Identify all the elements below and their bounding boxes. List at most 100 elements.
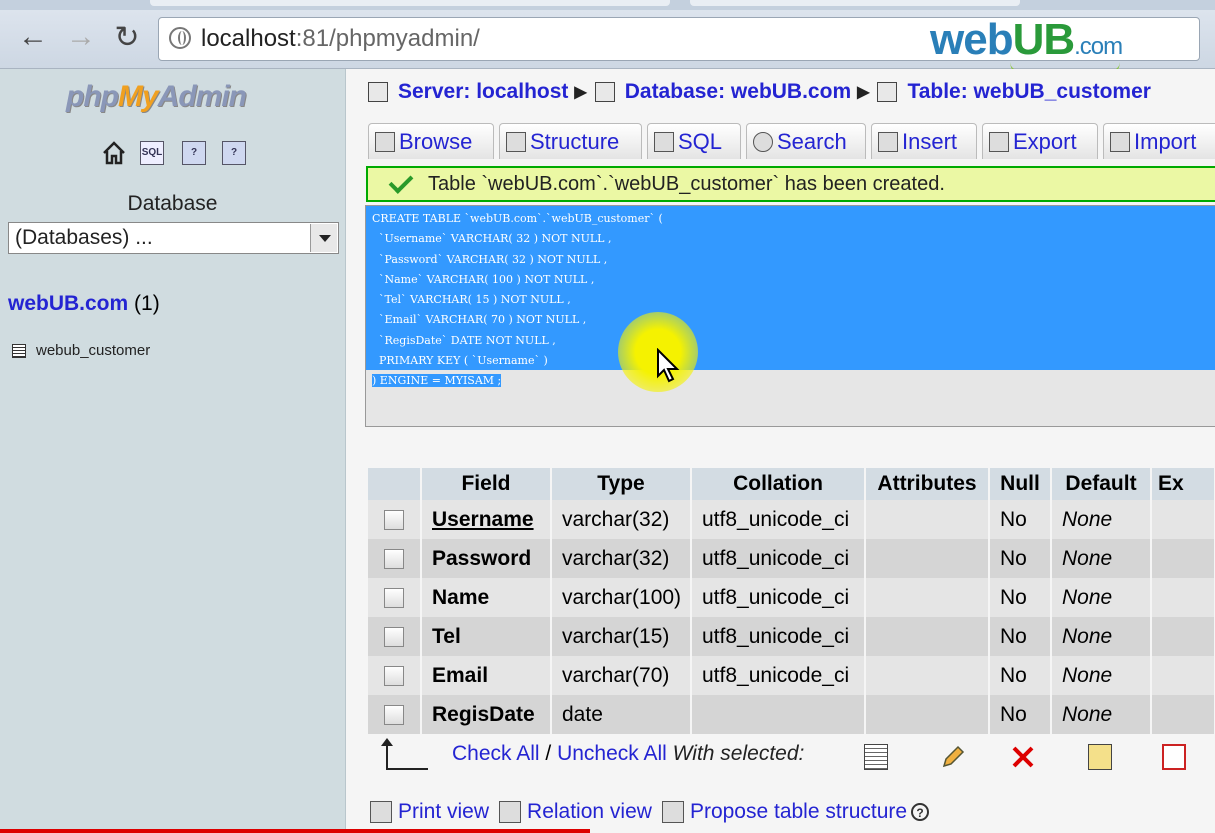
field-collation (692, 695, 864, 734)
success-notice: Table `webUB.com`.`webUB_customer` has b… (366, 166, 1215, 202)
globe-icon (169, 27, 191, 49)
tab-search[interactable]: Search (746, 123, 866, 159)
check-icon (388, 169, 414, 194)
field-name: Tel (422, 617, 550, 656)
field-default: None (1052, 617, 1150, 656)
check-all-link[interactable]: Check All (452, 742, 540, 765)
tab-browse[interactable]: Browse (368, 123, 494, 159)
field-null: No (990, 500, 1050, 539)
field-collation: utf8_unicode_ci (692, 539, 864, 578)
breadcrumb-database[interactable]: Database: webUB.com (625, 80, 851, 104)
header-type: Type (552, 468, 690, 500)
field-name: Username (422, 500, 550, 539)
browser-tabstrip (0, 0, 1215, 10)
header-default: Default (1052, 468, 1150, 500)
video-progress-bar (0, 829, 590, 833)
help-icon[interactable]: ? (911, 803, 930, 821)
table-icon (877, 82, 898, 102)
bottom-links: Print view Relation view Propose table s… (370, 800, 930, 824)
breadcrumb-server[interactable]: Server: localhost (398, 80, 568, 104)
header-checkbox-column (368, 468, 420, 500)
browse-selected-icon[interactable] (864, 744, 888, 770)
row-checkbox-cell (368, 578, 420, 617)
field-extra (1152, 500, 1214, 539)
field-null: No (990, 617, 1050, 656)
row-checkbox[interactable] (384, 509, 404, 530)
server-icon (368, 82, 388, 102)
field-null: No (990, 539, 1050, 578)
edit-pencil-icon[interactable] (940, 744, 965, 770)
field-attributes (866, 578, 988, 617)
with-selected-label: With selected: (672, 742, 805, 765)
import-icon (1110, 131, 1130, 152)
row-checkbox[interactable] (384, 548, 404, 569)
field-name: Email (422, 656, 550, 695)
row-checkbox[interactable] (384, 587, 404, 608)
table-row: Email varchar(70) utf8_unicode_ci No Non… (368, 656, 1214, 695)
breadcrumb: Server: localhost ▶ Database: webUB.com ▶ … (368, 80, 1151, 104)
table-icon (12, 343, 26, 358)
field-extra (1152, 695, 1214, 734)
propose-structure-link[interactable]: Propose table structure (690, 800, 907, 824)
tab-sql[interactable]: SQL (647, 123, 741, 159)
relation-view-link[interactable]: Relation view (527, 800, 652, 824)
documentation-icon[interactable]: ? (182, 141, 206, 165)
field-type: varchar(32) (552, 500, 690, 539)
tab-import[interactable]: Import (1103, 123, 1215, 159)
header-attributes: Attributes (866, 468, 988, 500)
field-null: No (990, 656, 1050, 695)
field-name: Name (422, 578, 550, 617)
field-collation: utf8_unicode_ci (692, 656, 864, 695)
chevron-down-icon[interactable] (310, 224, 337, 252)
mysql-docs-icon[interactable]: ? (222, 141, 246, 165)
forward-button[interactable]: → (62, 18, 100, 56)
table-row: RegisDate date No None (368, 695, 1214, 734)
delete-icon[interactable] (1010, 744, 1034, 770)
database-link[interactable]: webUB.com (1) (8, 292, 160, 316)
field-default: None (1052, 539, 1150, 578)
field-attributes (866, 539, 988, 578)
browser-tab[interactable] (150, 0, 670, 6)
sql-query-box[interactable]: CREATE TABLE `webUB.com`.`webUB_customer… (365, 205, 1215, 427)
export-icon (989, 131, 1009, 152)
search-icon (753, 131, 773, 152)
header-field: Field (422, 468, 550, 500)
field-default: None (1052, 578, 1150, 617)
field-type: varchar(15) (552, 617, 690, 656)
row-checkbox-cell (368, 617, 420, 656)
database-label: Database (127, 192, 218, 215)
tab-export[interactable]: Export (982, 123, 1098, 159)
primary-key-icon[interactable] (1088, 744, 1112, 770)
database-select[interactable]: (Databases) ... (8, 222, 339, 254)
header-collation: Collation (692, 468, 864, 500)
field-null: No (990, 578, 1050, 617)
row-checkbox[interactable] (384, 704, 404, 725)
back-button[interactable]: ← (14, 18, 52, 56)
sidebar-table-item[interactable]: webub_customer (12, 342, 150, 359)
field-extra (1152, 656, 1214, 695)
home-icon[interactable] (101, 140, 127, 166)
field-collation: utf8_unicode_ci (692, 500, 864, 539)
structure-table: Field Type Collation Attributes Null Def… (366, 468, 1215, 734)
table-header-row: Field Type Collation Attributes Null Def… (368, 468, 1214, 500)
row-checkbox[interactable] (384, 665, 404, 686)
field-collation: utf8_unicode_ci (692, 578, 864, 617)
table-row: Username varchar(32) utf8_unicode_ci No … (368, 500, 1214, 539)
tab-insert[interactable]: Insert (871, 123, 977, 159)
tab-structure[interactable]: Structure (499, 123, 642, 159)
field-extra (1152, 617, 1214, 656)
phpmyadmin-logo[interactable]: phpMyAdmin (66, 80, 247, 114)
reload-button[interactable]: ↻ (108, 18, 146, 56)
row-checkbox-cell (368, 500, 420, 539)
unique-icon[interactable] (1162, 744, 1186, 770)
sql-query-icon[interactable]: SQL (140, 141, 164, 165)
print-view-link[interactable]: Print view (398, 800, 489, 824)
breadcrumb-table[interactable]: Table: webUB_customer (907, 80, 1151, 104)
row-checkbox-cell (368, 539, 420, 578)
row-checkbox[interactable] (384, 626, 404, 647)
uncheck-all-link[interactable]: Uncheck All (557, 742, 667, 765)
browse-icon (375, 131, 395, 152)
browser-tab[interactable] (690, 0, 1020, 6)
relation-icon (499, 801, 522, 823)
header-null: Null (990, 468, 1050, 500)
